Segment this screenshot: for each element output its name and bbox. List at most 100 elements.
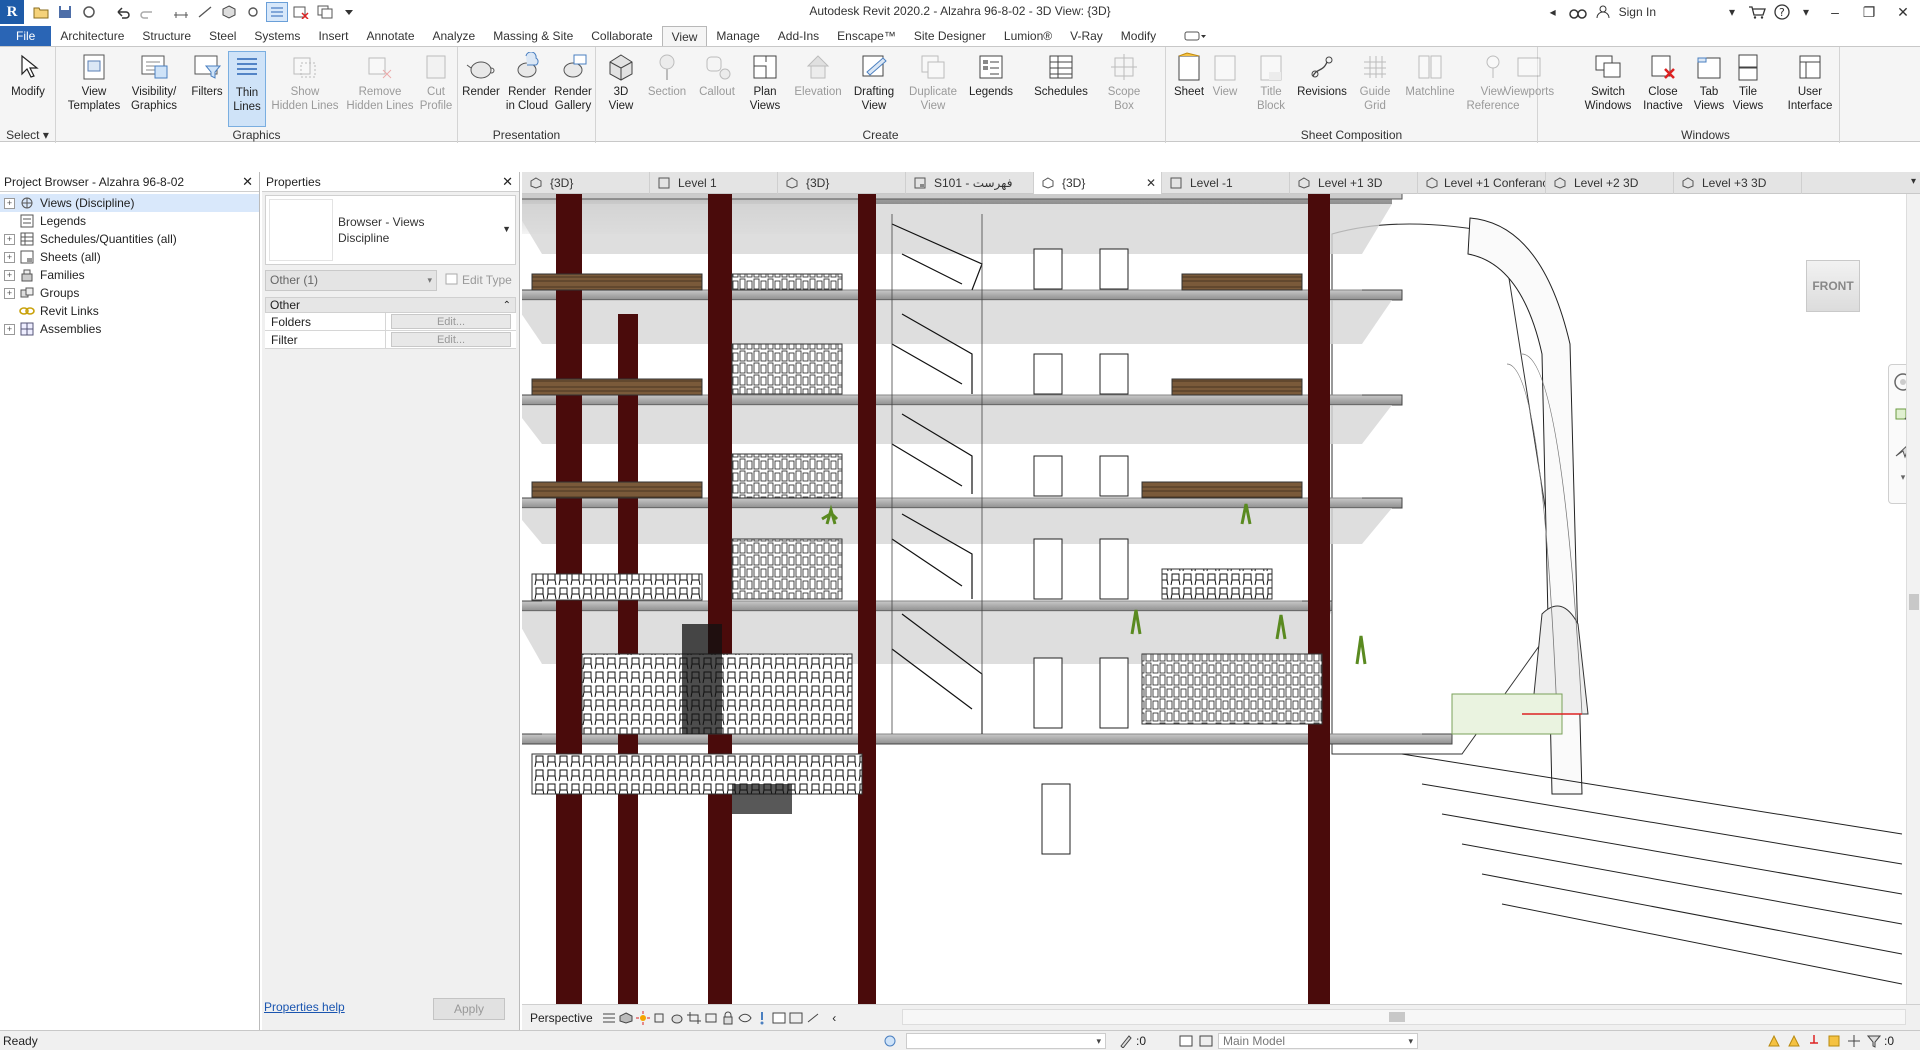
drag-elements-icon[interactable] — [1844, 1033, 1864, 1049]
modify-button[interactable]: Modify — [5, 51, 51, 99]
expand-icon[interactable]: + — [4, 287, 15, 299]
switch-windows-qat-icon[interactable] — [314, 2, 336, 22]
filters-button[interactable]: Filters — [184, 51, 230, 99]
tab-file[interactable]: File — [0, 26, 52, 46]
sign-in-button[interactable]: Sign In — [1615, 0, 1660, 24]
default-3d-view-icon[interactable] — [218, 2, 240, 22]
title-block-button[interactable]: Title Block — [1248, 51, 1294, 113]
user-interface-button[interactable]: User Interface — [1782, 51, 1838, 113]
customize-qat-icon[interactable] — [338, 2, 360, 22]
drawing-area-3d-view[interactable]: FRONT ▾ — [522, 194, 1920, 1004]
type-dropdown-icon[interactable]: ▼ — [502, 224, 511, 234]
close-properties-icon[interactable]: ✕ — [502, 174, 513, 190]
search-arrow-icon[interactable]: ◂ — [1541, 0, 1565, 24]
tab-lumion[interactable]: Lumion® — [995, 26, 1061, 46]
view-tab[interactable]: Level +1 3D — [1290, 172, 1418, 194]
scroll-left-icon[interactable]: ‹ — [826, 1010, 843, 1026]
tab-collaborate[interactable]: Collaborate — [582, 26, 661, 46]
select-links-icon[interactable] — [1764, 1033, 1784, 1049]
rendering-dialog-icon[interactable] — [669, 1010, 686, 1026]
analytical-model-icon[interactable] — [788, 1010, 805, 1026]
minimize-icon[interactable]: – — [1818, 0, 1852, 24]
view-tab[interactable]: Level +3 3D — [1674, 172, 1802, 194]
view-tab[interactable]: Level +1 Conferance — [1418, 172, 1546, 194]
revisions-button[interactable]: Revisions — [1296, 51, 1348, 99]
vertical-scroll-thumb[interactable] — [1909, 594, 1919, 610]
tab-modify[interactable]: Modify — [1112, 26, 1165, 46]
tab-site-designer[interactable]: Site Designer — [905, 26, 995, 46]
active-workset-select[interactable]: ▾ — [906, 1032, 1106, 1049]
thin-lines-qat-icon[interactable] — [266, 2, 288, 22]
crop-view-icon[interactable] — [686, 1010, 703, 1026]
show-crop-icon[interactable] — [703, 1010, 720, 1026]
viewports-button[interactable]: Viewports — [1502, 51, 1556, 99]
vertical-scrollbar[interactable] — [1906, 194, 1920, 1004]
cut-profile-button[interactable]: Cut Profile — [416, 51, 456, 113]
view-tab-active[interactable]: {3D} ✕ — [1034, 172, 1162, 194]
detail-level-icon[interactable] — [601, 1010, 618, 1026]
view-tab[interactable]: Level -1 — [1162, 172, 1290, 194]
render-button[interactable]: Render — [458, 51, 504, 99]
tab-v-ray[interactable]: V-Ray — [1061, 26, 1112, 46]
close-inactive-button[interactable]: Close Inactive — [1636, 51, 1690, 113]
view-tab[interactable]: {3D} — [522, 172, 650, 194]
legends-button[interactable]: Legends — [964, 51, 1018, 99]
view-tab[interactable]: S101 - فهرست — [906, 172, 1034, 194]
viewcube[interactable]: FRONT — [1806, 260, 1860, 312]
shadows-icon[interactable] — [652, 1010, 669, 1026]
show-hidden-lines-button[interactable]: Show Hidden Lines — [270, 51, 340, 113]
duplicate-view-button[interactable]: Duplicate View — [906, 51, 960, 113]
visual-style-icon[interactable] — [618, 1010, 635, 1026]
matchline-button[interactable]: Matchline — [1402, 51, 1458, 99]
open-icon[interactable] — [30, 2, 52, 22]
view-tab[interactable]: Level +2 3D — [1546, 172, 1674, 194]
type-selector[interactable]: Browser - Views Discipline ▼ — [265, 195, 516, 265]
remove-hidden-lines-button[interactable]: Remove Hidden Lines — [342, 51, 418, 113]
design-options-icon[interactable] — [1176, 1033, 1196, 1049]
tab-enscape[interactable]: Enscape™ — [828, 26, 905, 46]
collapse-icon[interactable]: ⌃ — [503, 300, 511, 311]
expand-icon[interactable]: + — [4, 269, 15, 281]
close-browser-icon[interactable]: ✕ — [242, 174, 253, 190]
select-underlay-icon[interactable] — [1784, 1033, 1804, 1049]
render-in-cloud-button[interactable]: Render in Cloud — [504, 51, 550, 113]
tree-item-schedules[interactable]: + Schedules/Quantities (all) — [0, 230, 259, 248]
sun-path-icon[interactable] — [635, 1010, 652, 1026]
horizontal-scroll-thumb[interactable] — [1389, 1012, 1405, 1022]
select-by-face-icon[interactable] — [1824, 1033, 1844, 1049]
instance-filter-select[interactable]: Other (1) ▾ — [265, 269, 437, 291]
expand-icon[interactable]: + — [4, 233, 15, 245]
cart-icon[interactable] — [1744, 0, 1770, 24]
worksets-icon[interactable] — [880, 1033, 900, 1049]
horizontal-scrollbar[interactable] — [902, 1009, 1906, 1025]
guide-grid-button[interactable]: Guide Grid — [1352, 51, 1398, 113]
section-button[interactable]: Section — [644, 51, 690, 99]
scope-box-button[interactable]: Scope Box — [1102, 51, 1146, 113]
view-templates-button[interactable]: View Templates — [68, 51, 120, 113]
temporary-hide-icon[interactable] — [737, 1010, 754, 1026]
design-options-dropdown-icon[interactable] — [1196, 1033, 1216, 1049]
redo-icon[interactable] — [136, 2, 158, 22]
dimension-icon[interactable] — [194, 2, 216, 22]
view-tab[interactable]: Level 1 — [650, 172, 778, 194]
user-icon[interactable] — [1591, 0, 1615, 24]
folders-edit-button[interactable]: Edit... — [391, 314, 511, 329]
tab-structure[interactable]: Structure — [133, 26, 200, 46]
lock-view-icon[interactable] — [720, 1010, 737, 1026]
tab-manage[interactable]: Manage — [707, 26, 768, 46]
filter-edit-button[interactable]: Edit... — [391, 332, 511, 347]
edit-type-button[interactable]: Edit Type — [445, 273, 512, 288]
filter-icon[interactable] — [1864, 1033, 1884, 1049]
drafting-view-button[interactable]: Drafting View — [848, 51, 900, 113]
tab-architecture[interactable]: Architecture — [51, 26, 133, 46]
measure-icon[interactable] — [170, 2, 192, 22]
render-gallery-button[interactable]: Render Gallery — [550, 51, 596, 113]
tab-insert[interactable]: Insert — [309, 26, 357, 46]
thin-lines-button[interactable]: Thin Lines — [228, 51, 266, 127]
tree-item-sheets[interactable]: + Sheets (all) — [0, 248, 259, 266]
worksharing-display-icon[interactable] — [771, 1010, 788, 1026]
tree-item-views[interactable]: + Views (Discipline) — [0, 194, 259, 212]
sign-in-dropdown-icon[interactable]: ▾ — [1720, 0, 1744, 24]
tab-analyze[interactable]: Analyze — [424, 26, 485, 46]
tree-item-revit-links[interactable]: Revit Links — [0, 302, 259, 320]
